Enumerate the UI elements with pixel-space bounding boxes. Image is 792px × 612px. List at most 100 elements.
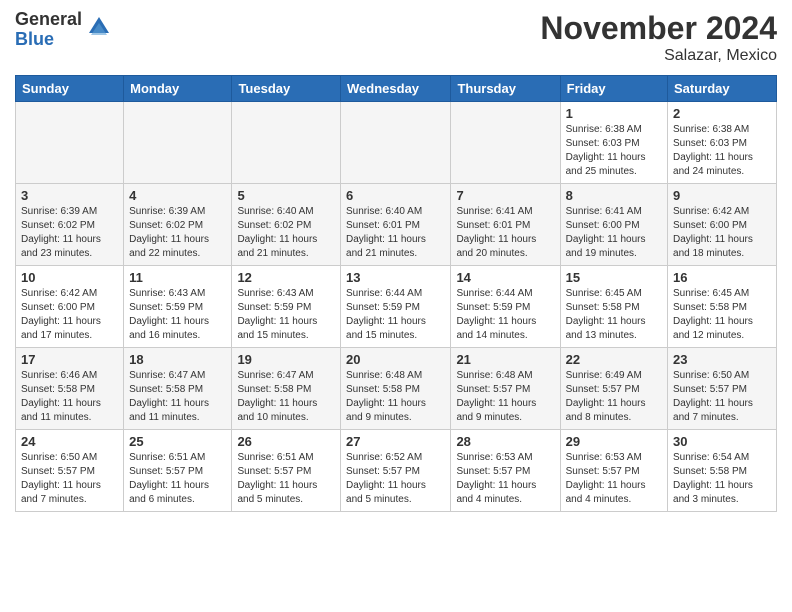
- calendar-cell: 5 Sunrise: 6:40 AM Sunset: 6:02 PM Daylig…: [232, 184, 341, 266]
- day-number: 17: [21, 352, 118, 367]
- calendar-cell: 11 Sunrise: 6:43 AM Sunset: 5:59 PM Dayli…: [124, 266, 232, 348]
- calendar-cell: [341, 102, 451, 184]
- day-number: 29: [566, 434, 662, 449]
- calendar-cell: 26 Sunrise: 6:51 AM Sunset: 5:57 PM Dayli…: [232, 430, 341, 512]
- logo-icon: [85, 13, 113, 46]
- day-info: Sunrise: 6:41 AM Sunset: 6:01 PM Dayligh…: [456, 205, 554, 261]
- header: General Blue November 2024 Salazar, Mexi…: [15, 10, 777, 65]
- calendar-cell: [451, 102, 560, 184]
- logo: General Blue: [15, 10, 113, 50]
- day-info: Sunrise: 6:44 AM Sunset: 5:59 PM Dayligh…: [346, 287, 445, 343]
- day-info: Sunrise: 6:51 AM Sunset: 5:57 PM Dayligh…: [237, 451, 335, 507]
- calendar-header-sunday: Sunday: [16, 76, 124, 102]
- day-info: Sunrise: 6:49 AM Sunset: 5:57 PM Dayligh…: [566, 369, 662, 425]
- calendar-cell: 24 Sunrise: 6:50 AM Sunset: 5:57 PM Dayli…: [16, 430, 124, 512]
- day-info: Sunrise: 6:43 AM Sunset: 5:59 PM Dayligh…: [129, 287, 226, 343]
- day-number: 3: [21, 188, 118, 203]
- day-info: Sunrise: 6:40 AM Sunset: 6:02 PM Dayligh…: [237, 205, 335, 261]
- page: General Blue November 2024 Salazar, Mexi…: [0, 0, 792, 527]
- calendar-cell: 9 Sunrise: 6:42 AM Sunset: 6:00 PM Daylig…: [668, 184, 777, 266]
- calendar-cell: 16 Sunrise: 6:45 AM Sunset: 5:58 PM Dayli…: [668, 266, 777, 348]
- day-info: Sunrise: 6:38 AM Sunset: 6:03 PM Dayligh…: [673, 123, 771, 179]
- day-info: Sunrise: 6:43 AM Sunset: 5:59 PM Dayligh…: [237, 287, 335, 343]
- month-title: November 2024: [540, 10, 777, 47]
- day-number: 15: [566, 270, 662, 285]
- day-info: Sunrise: 6:53 AM Sunset: 5:57 PM Dayligh…: [456, 451, 554, 507]
- logo-text: General Blue: [15, 10, 82, 50]
- day-info: Sunrise: 6:47 AM Sunset: 5:58 PM Dayligh…: [237, 369, 335, 425]
- day-info: Sunrise: 6:48 AM Sunset: 5:58 PM Dayligh…: [346, 369, 445, 425]
- calendar-cell: 29 Sunrise: 6:53 AM Sunset: 5:57 PM Dayli…: [560, 430, 667, 512]
- day-info: Sunrise: 6:46 AM Sunset: 5:58 PM Dayligh…: [21, 369, 118, 425]
- logo-blue: Blue: [15, 30, 82, 50]
- day-info: Sunrise: 6:44 AM Sunset: 5:59 PM Dayligh…: [456, 287, 554, 343]
- calendar-cell: 14 Sunrise: 6:44 AM Sunset: 5:59 PM Dayli…: [451, 266, 560, 348]
- day-number: 9: [673, 188, 771, 203]
- day-info: Sunrise: 6:45 AM Sunset: 5:58 PM Dayligh…: [673, 287, 771, 343]
- day-number: 2: [673, 106, 771, 121]
- calendar-header-row: SundayMondayTuesdayWednesdayThursdayFrid…: [16, 76, 777, 102]
- day-number: 7: [456, 188, 554, 203]
- day-number: 28: [456, 434, 554, 449]
- calendar-cell: 27 Sunrise: 6:52 AM Sunset: 5:57 PM Dayli…: [341, 430, 451, 512]
- calendar-cell: [124, 102, 232, 184]
- calendar-cell: 3 Sunrise: 6:39 AM Sunset: 6:02 PM Daylig…: [16, 184, 124, 266]
- day-number: 8: [566, 188, 662, 203]
- calendar-cell: 13Sunrise: 6:44 AM Sunset: 5:59 PM Dayli…: [341, 266, 451, 348]
- day-number: 22: [566, 352, 662, 367]
- calendar-cell: 1Sunrise: 6:38 AM Sunset: 6:03 PM Daylig…: [560, 102, 667, 184]
- day-info: Sunrise: 6:50 AM Sunset: 5:57 PM Dayligh…: [21, 451, 118, 507]
- logo-general: General: [15, 10, 82, 30]
- calendar-header-wednesday: Wednesday: [341, 76, 451, 102]
- day-number: 18: [129, 352, 226, 367]
- calendar-cell: 21Sunrise: 6:48 AM Sunset: 5:57 PM Dayli…: [451, 348, 560, 430]
- title-block: November 2024 Salazar, Mexico: [540, 10, 777, 65]
- day-number: 14: [456, 270, 554, 285]
- day-number: 19: [237, 352, 335, 367]
- day-number: 5: [237, 188, 335, 203]
- day-number: 6: [346, 188, 445, 203]
- day-number: 26: [237, 434, 335, 449]
- calendar-cell: 2 Sunrise: 6:38 AM Sunset: 6:03 PM Daylig…: [668, 102, 777, 184]
- calendar-cell: 15 Sunrise: 6:45 AM Sunset: 5:58 PM Dayli…: [560, 266, 667, 348]
- calendar-header-thursday: Thursday: [451, 76, 560, 102]
- calendar-week-row: 17 Sunrise: 6:46 AM Sunset: 5:58 PM Dayli…: [16, 348, 777, 430]
- day-number: 4: [129, 188, 226, 203]
- calendar-week-row: 1 Sunrise: 6:38 AM Sunset: 6:03 PM Daylig…: [16, 102, 777, 184]
- day-number: 12: [237, 270, 335, 285]
- calendar-cell: 22 Sunrise: 6:49 AM Sunset: 5:57 PM Dayli…: [560, 348, 667, 430]
- calendar-cell: 23Sunrise: 6:50 AM Sunset: 5:57 PM Dayli…: [668, 348, 777, 430]
- day-info: Sunrise: 6:51 AM Sunset: 5:57 PM Dayligh…: [129, 451, 226, 507]
- calendar-header-monday: Monday: [124, 76, 232, 102]
- day-number: 20: [346, 352, 445, 367]
- day-number: 16: [673, 270, 771, 285]
- day-info: Sunrise: 6:53 AM Sunset: 5:57 PM Dayligh…: [566, 451, 662, 507]
- calendar-cell: 18 Sunrise: 6:47 AM Sunset: 5:58 PM Dayli…: [124, 348, 232, 430]
- day-number: 27: [346, 434, 445, 449]
- day-number: 1: [566, 106, 662, 121]
- day-number: 24: [21, 434, 118, 449]
- day-info: Sunrise: 6:47 AM Sunset: 5:58 PM Dayligh…: [129, 369, 226, 425]
- day-info: Sunrise: 6:41 AM Sunset: 6:00 PM Dayligh…: [566, 205, 662, 261]
- calendar-cell: 7 Sunrise: 6:41 AM Sunset: 6:01 PM Daylig…: [451, 184, 560, 266]
- day-info: Sunrise: 6:52 AM Sunset: 5:57 PM Dayligh…: [346, 451, 445, 507]
- calendar-cell: [16, 102, 124, 184]
- day-number: 23: [673, 352, 771, 367]
- day-info: Sunrise: 6:45 AM Sunset: 5:58 PM Dayligh…: [566, 287, 662, 343]
- day-info: Sunrise: 6:48 AM Sunset: 5:57 PM Dayligh…: [456, 369, 554, 425]
- day-info: Sunrise: 6:39 AM Sunset: 6:02 PM Dayligh…: [21, 205, 118, 261]
- calendar-week-row: 10Sunrise: 6:42 AM Sunset: 6:00 PM Dayli…: [16, 266, 777, 348]
- calendar-cell: 6Sunrise: 6:40 AM Sunset: 6:01 PM Daylig…: [341, 184, 451, 266]
- calendar-header-saturday: Saturday: [668, 76, 777, 102]
- calendar-table: SundayMondayTuesdayWednesdayThursdayFrid…: [15, 75, 777, 512]
- calendar-cell: 30Sunrise: 6:54 AM Sunset: 5:58 PM Dayli…: [668, 430, 777, 512]
- calendar-cell: 4 Sunrise: 6:39 AM Sunset: 6:02 PM Daylig…: [124, 184, 232, 266]
- calendar-cell: 12 Sunrise: 6:43 AM Sunset: 5:59 PM Dayli…: [232, 266, 341, 348]
- calendar-cell: 25Sunrise: 6:51 AM Sunset: 5:57 PM Dayli…: [124, 430, 232, 512]
- day-info: Sunrise: 6:54 AM Sunset: 5:58 PM Dayligh…: [673, 451, 771, 507]
- day-number: 11: [129, 270, 226, 285]
- calendar-cell: 20 Sunrise: 6:48 AM Sunset: 5:58 PM Dayli…: [341, 348, 451, 430]
- day-info: Sunrise: 6:42 AM Sunset: 6:00 PM Dayligh…: [673, 205, 771, 261]
- calendar-cell: 19 Sunrise: 6:47 AM Sunset: 5:58 PM Dayli…: [232, 348, 341, 430]
- day-info: Sunrise: 6:39 AM Sunset: 6:02 PM Dayligh…: [129, 205, 226, 261]
